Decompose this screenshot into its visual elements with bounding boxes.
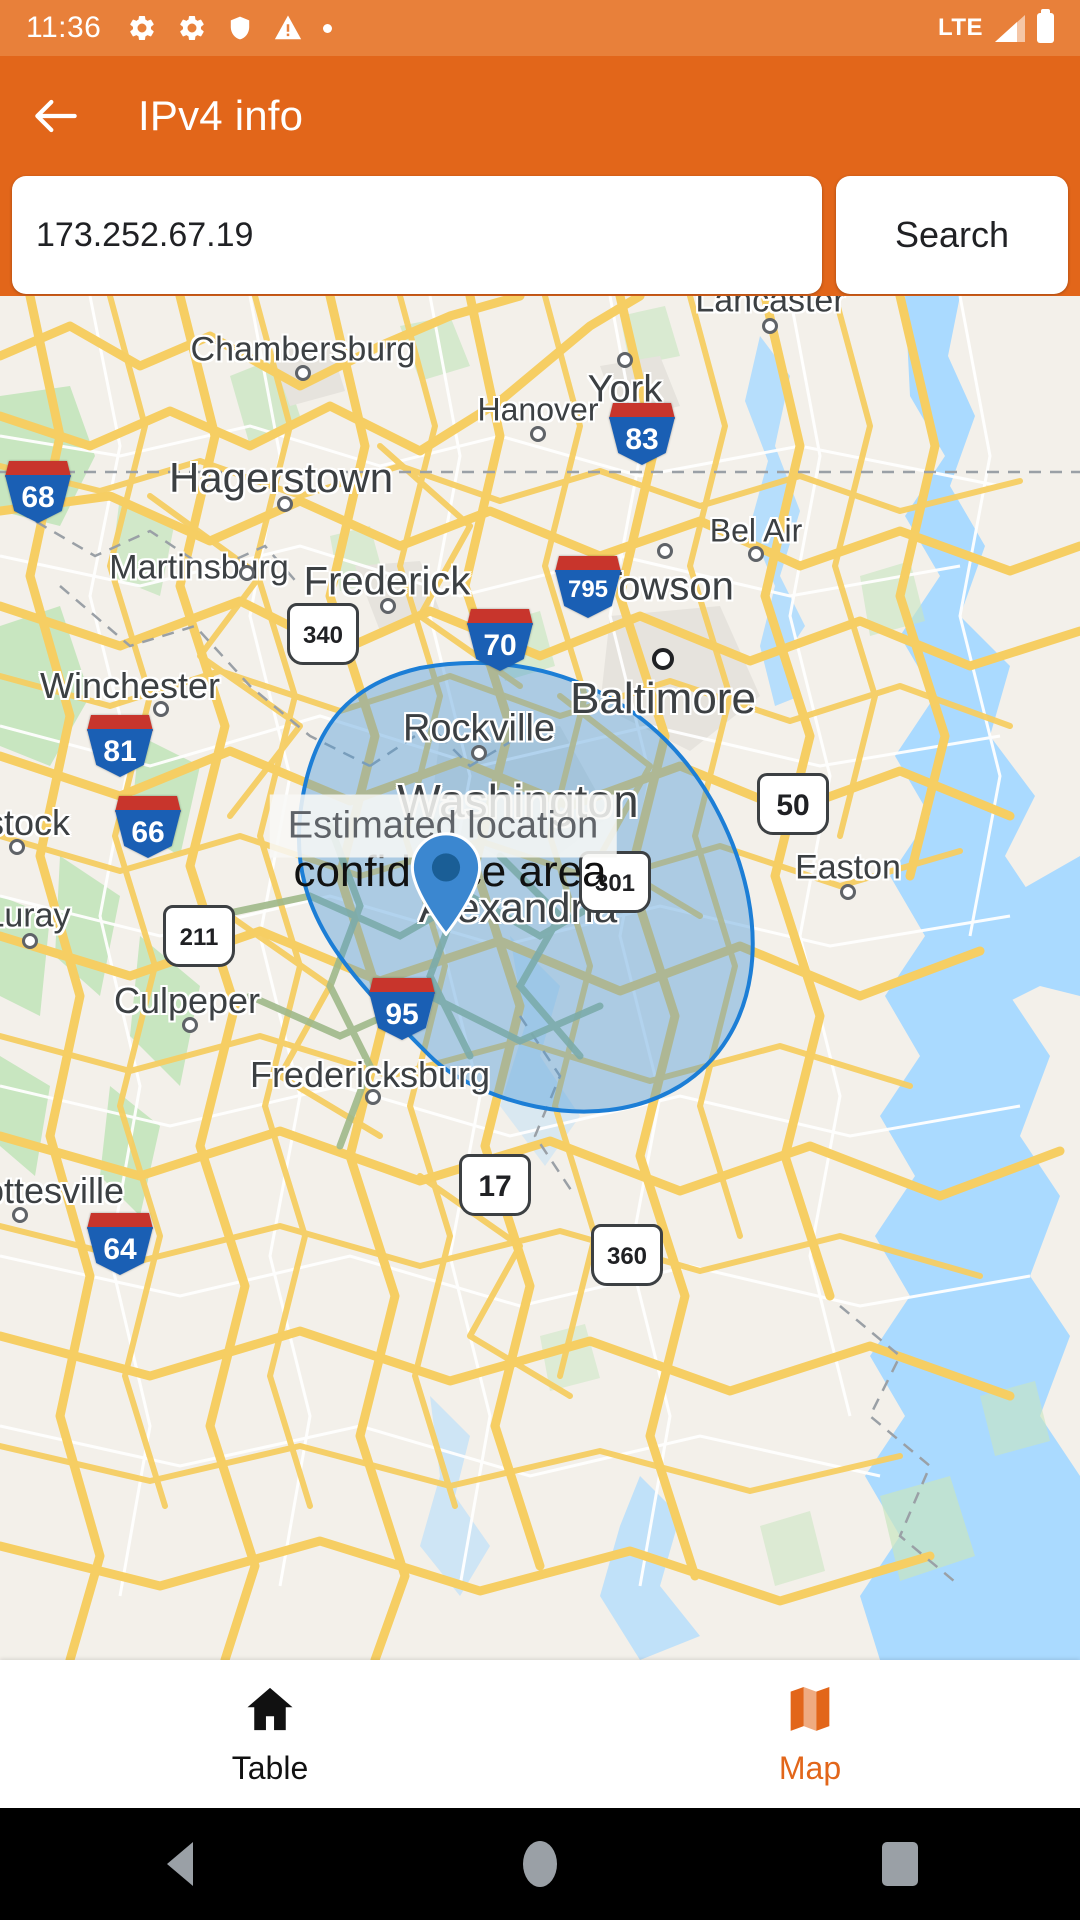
map-city-dot (762, 318, 778, 334)
map-city-dot (657, 543, 673, 559)
search-row: 173.252.67.19 Search (0, 176, 1080, 294)
map-city-dot (530, 426, 546, 442)
map-city-dot (12, 1207, 28, 1223)
map-city-dot (153, 701, 169, 717)
interstate-shield-icon: 68 (5, 461, 71, 523)
bottom-nav-item-map[interactable]: Map (540, 1660, 1080, 1808)
search-button[interactable]: Search (836, 176, 1068, 294)
signal-icon (995, 14, 1025, 42)
android-back-button[interactable] (0, 1842, 360, 1886)
back-button[interactable] (0, 56, 112, 176)
back-triangle-icon (167, 1842, 193, 1886)
dot-icon (323, 23, 333, 33)
map-city-dot (748, 546, 764, 562)
shield-number: 70 (483, 629, 517, 662)
shield-number: 211 (179, 923, 219, 951)
warning-icon (275, 15, 302, 40)
app-bar: IPv4 info 173.252.67.19 Search (0, 56, 1080, 296)
map-icon (790, 1686, 830, 1731)
shield-number: 50 (776, 788, 810, 822)
map-city-dot (617, 352, 633, 368)
shield-icon (231, 16, 250, 40)
us-route-shield-icon: 360 (591, 1224, 663, 1286)
map-pin-icon (410, 832, 482, 937)
shield-number: 360 (606, 1242, 648, 1270)
map-city-dot (471, 745, 487, 761)
home-circle-icon (523, 1841, 557, 1887)
interstate-shield-icon: 66 (115, 796, 181, 858)
map-view[interactable]: Lancaster Chambersburg York Hanover Hagersto… (0, 296, 1080, 1660)
home-icon (247, 1687, 293, 1730)
shield-number: 66 (131, 816, 165, 849)
status-notification-icons (127, 13, 333, 43)
bottom-nav-item-table[interactable]: Table (0, 1660, 540, 1808)
shield-number: 68 (21, 481, 55, 514)
interstate-shield-icon: 795 (555, 556, 621, 618)
search-button-label: Search (894, 214, 1010, 255)
status-bar: 11:36 LTE (0, 0, 1080, 56)
android-recents-button[interactable] (720, 1842, 1080, 1886)
status-clock: 11:36 (26, 11, 102, 44)
shield-number: 340 (302, 621, 344, 649)
gear-icon (130, 15, 155, 41)
interstate-shield-icon: 64 (87, 1213, 153, 1275)
page-title: IPv4 info (138, 92, 304, 139)
back-arrow-icon (35, 99, 77, 133)
interstate-shield-icon: 83 (609, 403, 675, 465)
us-route-shield-icon: 340 (287, 603, 359, 665)
android-navigation-bar (0, 1808, 1080, 1920)
shield-number: 83 (625, 423, 659, 456)
us-route-shield-icon: 50 (757, 773, 829, 835)
bottom-navigation: Table Map (0, 1660, 1080, 1808)
status-right-icons: LTE (937, 9, 1054, 43)
shield-number: 17 (478, 1169, 512, 1203)
map-city-dot (380, 598, 396, 614)
shield-number: 95 (385, 998, 419, 1031)
interstate-shield-icon: 70 (467, 609, 533, 671)
bottom-nav-label-table: Table (231, 1749, 309, 1786)
map-city-dot (277, 496, 293, 512)
search-input[interactable]: 173.252.67.19 (12, 176, 822, 294)
gear-icon (180, 15, 205, 41)
recents-square-icon (882, 1842, 918, 1886)
map-city-dot (239, 565, 255, 581)
interstate-shield-icon: 95 (369, 978, 435, 1040)
map-city-dot (182, 1017, 198, 1033)
network-type-label: LTE (937, 14, 983, 41)
map-city-dot (840, 884, 856, 900)
android-home-button[interactable] (360, 1841, 720, 1887)
map-base-layer (0, 296, 1080, 1660)
bottom-nav-label-map: Map (778, 1749, 842, 1786)
us-route-shield-icon: 211 (163, 905, 235, 967)
interstate-shield-icon: 81 (87, 715, 153, 777)
search-input-value: 173.252.67.19 (36, 215, 254, 254)
map-city-dot (365, 1089, 381, 1105)
map-city-dot (9, 839, 25, 855)
shield-number: 64 (103, 1233, 137, 1266)
map-city-dot (22, 933, 38, 949)
location-marker-pin[interactable] (408, 832, 484, 937)
map-city-dot (652, 648, 674, 670)
phone-screen: 11:36 LTE IPv4 info 173.252.67.19 Search… (0, 0, 1080, 1920)
shield-number: 81 (103, 735, 137, 768)
battery-icon (1037, 9, 1054, 43)
shield-number: 795 (567, 576, 609, 603)
map-city-dot (295, 365, 311, 381)
app-bar-row: IPv4 info (0, 56, 1080, 176)
us-route-shield-icon: 17 (459, 1154, 531, 1216)
